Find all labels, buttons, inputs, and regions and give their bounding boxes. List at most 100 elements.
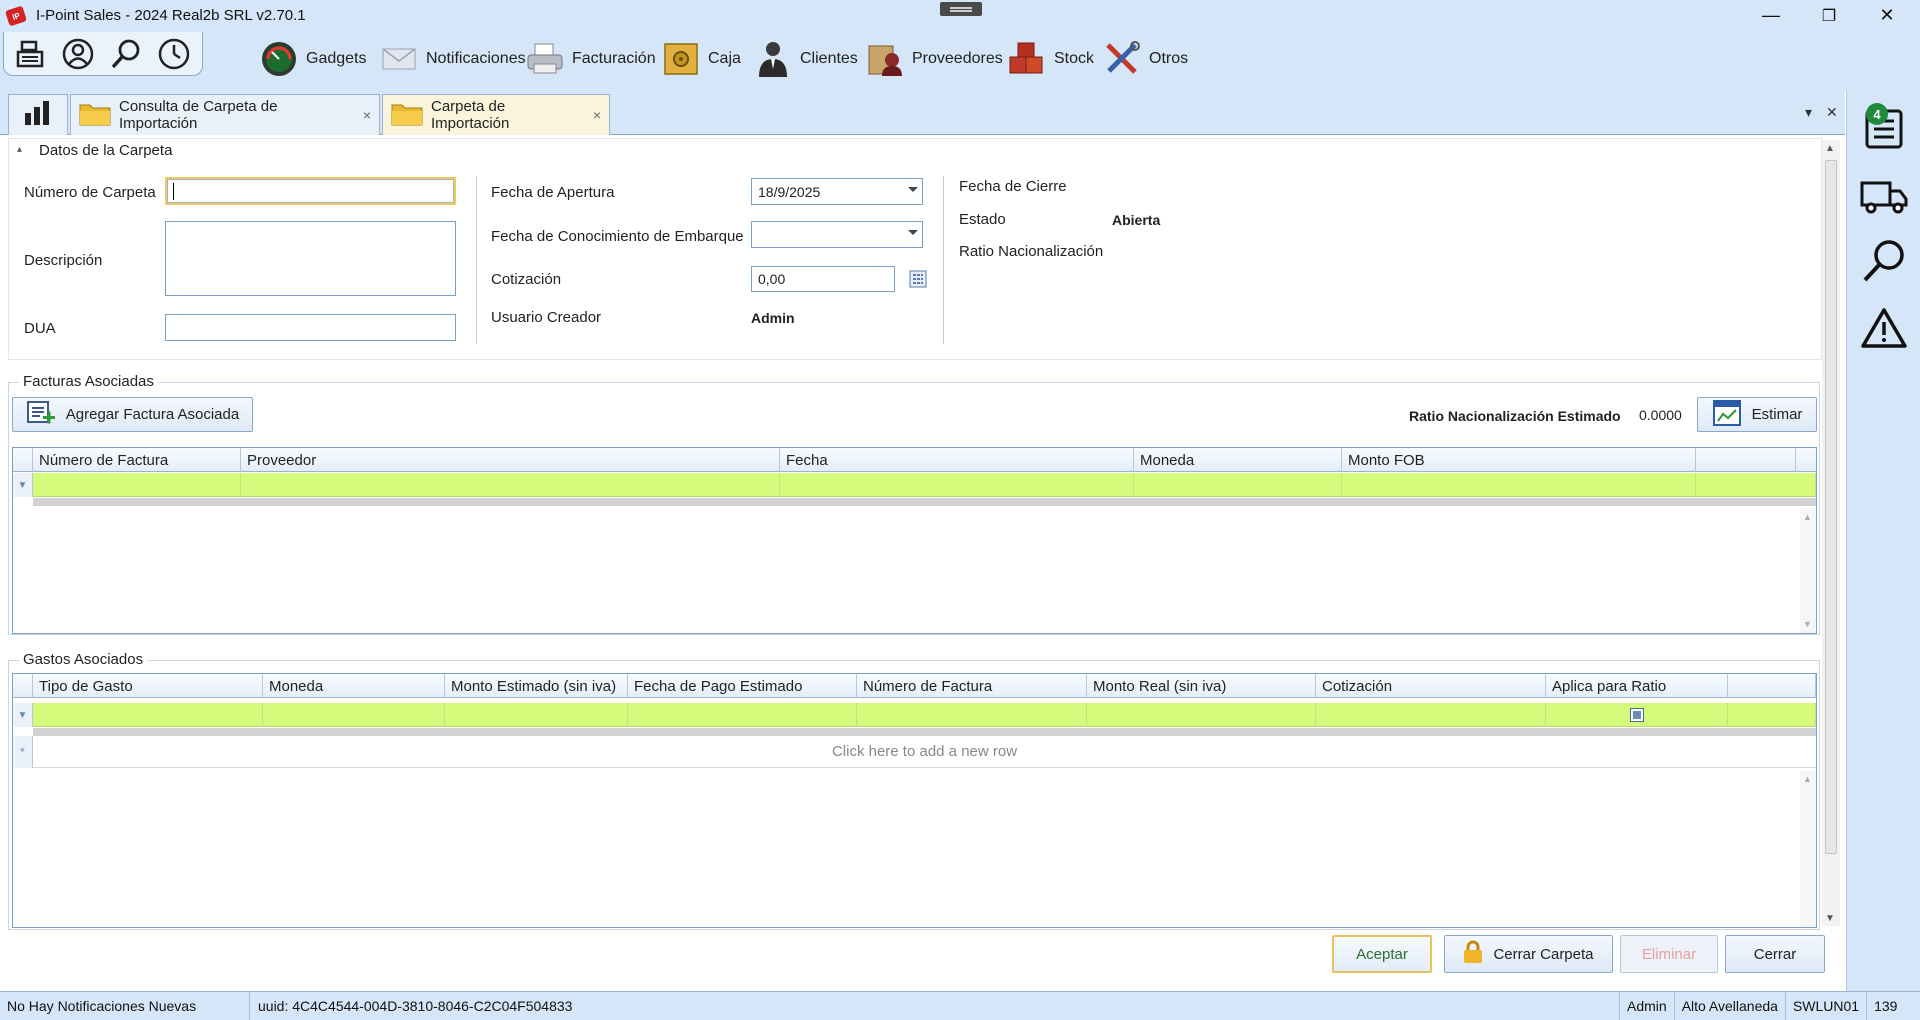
- search-icon[interactable]: [105, 34, 147, 74]
- minimize-button[interactable]: —: [1742, 0, 1800, 31]
- ratio-estimado-label: Ratio Nacionalización Estimado: [1409, 408, 1621, 424]
- col-fecha-pago[interactable]: Fecha de Pago Estimado: [628, 674, 857, 698]
- chevron-down-icon[interactable]: [908, 230, 918, 235]
- menu-clientes[interactable]: Clientes: [754, 35, 858, 83]
- menu-facturacion[interactable]: Facturación: [526, 35, 656, 83]
- menu-gadgets[interactable]: Gadgets: [260, 35, 366, 83]
- calculator-icon[interactable]: [909, 270, 927, 292]
- filter-icon: ▼: [13, 703, 33, 727]
- estimar-button[interactable]: Estimar: [1697, 397, 1817, 432]
- col-moneda[interactable]: Moneda: [263, 674, 445, 698]
- facturas-title: Facturas Asociadas: [19, 373, 158, 390]
- col-fecha[interactable]: Fecha: [780, 448, 1134, 472]
- conocimiento-date-picker[interactable]: [751, 221, 923, 248]
- status-branch: Alto Avellaneda: [1675, 992, 1786, 1020]
- cotizacion-label: Cotización: [491, 271, 562, 288]
- status-user: Admin: [1620, 992, 1675, 1020]
- estado-value: Abierta: [1112, 212, 1161, 228]
- quick-access-group: [3, 32, 203, 76]
- grid-separator: [33, 498, 1816, 506]
- gastos-grid-scrollbar[interactable]: ▲: [1800, 770, 1816, 927]
- menu-proveedores[interactable]: Proveedores: [866, 35, 1003, 83]
- tab-carpeta-label: Carpeta de Importación: [431, 98, 510, 132]
- col-aplica-ratio[interactable]: Aplica para Ratio: [1546, 674, 1728, 698]
- status-bar: No Hay Notificaciones Nuevas uuid: 4C4C4…: [0, 991, 1920, 1020]
- scroll-down-icon[interactable]: ▼: [1825, 913, 1835, 924]
- col-cotizacion[interactable]: Cotización: [1316, 674, 1546, 698]
- main-toolbar: Gadgets Notificaciones Facturación Caja …: [0, 31, 1920, 91]
- facturas-grid-scrollbar[interactable]: ▲ ▼: [1800, 508, 1816, 633]
- descripcion-textarea[interactable]: [165, 221, 456, 296]
- text-caret: [173, 182, 174, 200]
- descripcion-label: Descripción: [24, 252, 103, 269]
- drag-grip-icon[interactable]: [940, 2, 982, 16]
- col-monto-fob[interactable]: Monto FOB: [1342, 448, 1696, 472]
- gastos-title: Gastos Asociados: [19, 651, 148, 668]
- cash-register-icon[interactable]: [9, 34, 51, 74]
- collapse-icon[interactable]: ▴: [17, 144, 22, 155]
- facturas-filter-row[interactable]: ▼: [13, 473, 1816, 497]
- col-moneda[interactable]: Moneda: [1134, 448, 1342, 472]
- col-numero-factura[interactable]: Número de Factura: [857, 674, 1087, 698]
- scroll-up-icon[interactable]: ▲: [1825, 143, 1835, 154]
- form-scrollbar[interactable]: ▲ ▼: [1822, 140, 1840, 926]
- close-all-tabs-icon[interactable]: ✕: [1826, 104, 1838, 121]
- close-window-button[interactable]: ✕: [1858, 0, 1916, 31]
- numero-input[interactable]: [165, 177, 456, 205]
- add-new-row-text[interactable]: Click here to add a new row: [33, 736, 1816, 767]
- truck-icon[interactable]: [1857, 167, 1911, 227]
- aceptar-button[interactable]: Aceptar: [1332, 935, 1432, 973]
- add-factura-button[interactable]: Agregar Factura Asociada: [12, 397, 253, 432]
- chevron-down-icon[interactable]: [908, 187, 918, 192]
- new-row-icon: *: [13, 736, 33, 768]
- right-dock: [1846, 91, 1920, 991]
- add-document-icon: [26, 400, 56, 430]
- tab-consulta-label: Consulta de Carpeta de Importación: [119, 98, 278, 132]
- col-tipo-gasto[interactable]: Tipo de Gasto: [33, 674, 263, 698]
- gastos-filter-row[interactable]: ▼: [13, 703, 1816, 727]
- usuario-value: Admin: [751, 310, 795, 326]
- col-numero-factura[interactable]: Número de Factura: [33, 448, 241, 472]
- dock-search-icon[interactable]: [1857, 231, 1911, 291]
- restore-button[interactable]: ❐: [1800, 0, 1858, 31]
- tab-list-dropdown-icon[interactable]: ▾: [1805, 104, 1812, 121]
- col-monto-estimado[interactable]: Monto Estimado (sin iva): [445, 674, 628, 698]
- menu-otros-label: Otros: [1149, 50, 1189, 67]
- aplica-ratio-filter-checkbox[interactable]: [1629, 707, 1644, 722]
- menu-caja[interactable]: Caja: [662, 35, 741, 83]
- scroll-thumb[interactable]: [1825, 160, 1837, 854]
- status-notifications: No Hay Notificaciones Nuevas: [0, 992, 250, 1020]
- tab-dashboard[interactable]: [8, 94, 68, 135]
- warning-icon[interactable]: [1857, 298, 1911, 358]
- col-monto-real[interactable]: Monto Real (sin iva): [1087, 674, 1316, 698]
- apertura-date-picker[interactable]: 18/9/2025: [751, 178, 923, 205]
- businessman-icon: [754, 40, 792, 78]
- cerrar-button[interactable]: Cerrar: [1725, 935, 1825, 973]
- boxes-icon: [1008, 40, 1046, 78]
- menu-otros[interactable]: Otros: [1103, 35, 1188, 83]
- filter-icon: ▼: [13, 473, 33, 497]
- dua-input[interactable]: [165, 314, 456, 341]
- cotizacion-input[interactable]: 0,00: [751, 266, 895, 292]
- cerrar-carpeta-label: Cerrar Carpeta: [1493, 945, 1594, 963]
- divider: [943, 176, 944, 344]
- conocimiento-label: Fecha de Conocimiento de Embarque: [491, 228, 744, 245]
- ratio-estimado-value: 0.0000: [1639, 407, 1682, 423]
- cerrar-carpeta-button[interactable]: Cerrar Carpeta: [1444, 935, 1613, 973]
- clock-icon[interactable]: [153, 34, 195, 74]
- tab-consulta-carpeta[interactable]: Consulta de Carpeta de Importación ×: [70, 94, 380, 135]
- eliminar-button[interactable]: Eliminar: [1620, 935, 1718, 973]
- numero-label: Número de Carpeta: [24, 184, 156, 201]
- add-new-row[interactable]: * Click here to add a new row: [13, 736, 1816, 768]
- menu-stock[interactable]: Stock: [1008, 35, 1094, 83]
- gastos-grid: Tipo de Gasto Moneda Monto Estimado (sin…: [12, 673, 1817, 928]
- usuario-label: Usuario Creador: [491, 309, 602, 326]
- window-title: I-Point Sales - 2024 Real2b SRL v2.70.1: [36, 7, 306, 24]
- col-proveedor[interactable]: Proveedor: [241, 448, 780, 472]
- menu-notificaciones[interactable]: Notificaciones: [380, 35, 526, 83]
- tab-carpeta-importacion[interactable]: Carpeta de Importación ×: [382, 94, 610, 135]
- user-circle-icon[interactable]: [57, 34, 99, 74]
- menu-gadgets-label: Gadgets: [306, 50, 367, 67]
- tab-consulta-close-button[interactable]: ×: [363, 107, 371, 123]
- tab-carpeta-close-button[interactable]: ×: [593, 107, 601, 123]
